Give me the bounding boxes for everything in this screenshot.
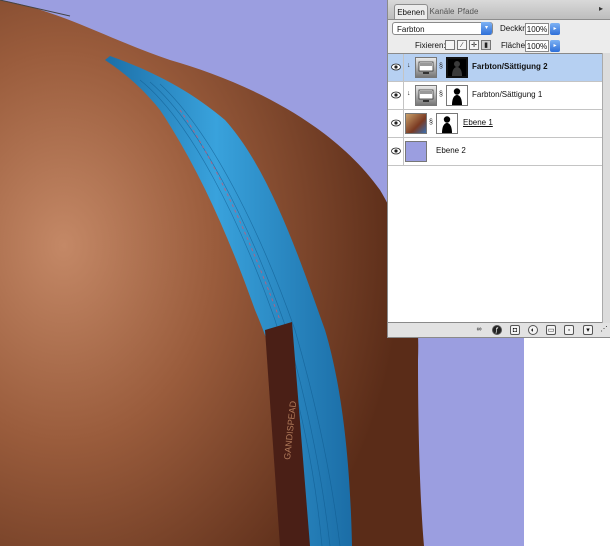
layer-row-ebene-1[interactable]: § Ebene 1 [388, 110, 602, 138]
opacity-stepper-icon[interactable]: ▸ [550, 23, 560, 35]
fx-icon[interactable]: ƒ [492, 325, 502, 335]
empty-window-area [524, 338, 610, 546]
layer-name[interactable]: Farbton/Sättigung 2 [472, 62, 548, 71]
layer-row-ebene-2[interactable]: Ebene 2 [388, 138, 602, 166]
tab-paths[interactable]: Pfade [456, 4, 480, 19]
photo-thumbnail[interactable] [405, 113, 427, 134]
link-icon[interactable]: § [429, 118, 433, 128]
eye-icon[interactable] [391, 147, 401, 155]
trash-icon[interactable]: ▾ [583, 325, 593, 335]
layers-list: ↓ § Farbton/Sättigung 2 ↓ § Farbton/Sätt… [388, 53, 602, 323]
link-icon[interactable]: § [439, 90, 443, 100]
lock-label: Fixieren: [415, 41, 446, 50]
layer-name[interactable]: Ebene 2 [436, 146, 466, 155]
column-divider [403, 138, 404, 165]
layer-row-hue-saturation-2[interactable]: ↓ § Farbton/Sättigung 2 [388, 54, 602, 82]
adjustment-icon [418, 61, 434, 74]
blend-mode-value: Farbton [397, 25, 425, 34]
lock-all-icon[interactable]: ▮ [481, 40, 491, 50]
silhouette-icon [442, 116, 452, 133]
layer-name[interactable]: Ebene 1 [463, 118, 493, 127]
tab-layers[interactable]: Ebenen [394, 4, 428, 19]
silhouette-icon [452, 88, 462, 105]
fill-label: Fläche: [501, 41, 528, 50]
eye-icon[interactable] [391, 63, 401, 71]
new-adjustment-layer-icon[interactable]: ◐ [528, 325, 538, 335]
add-mask-icon[interactable]: ◘ [510, 325, 520, 335]
layer-name[interactable]: Farbton/Sättigung 1 [472, 90, 542, 99]
lock-transparency-icon[interactable] [445, 40, 455, 50]
palette-bottom-toolbar: ∞ ƒ ◘ ◐ ▭ ▫ ▾ ⋰ [388, 323, 610, 337]
lock-brush-icon[interactable]: ∕ [457, 40, 467, 50]
blend-mode-select[interactable]: Farbton ▾ [392, 22, 493, 35]
palette-menu-icon[interactable]: ▸ [596, 4, 606, 14]
column-divider [403, 82, 404, 109]
palette-tab-bar: Ebenen Kanäle Pfade ▸ [388, 0, 610, 20]
mask-thumbnail[interactable] [446, 57, 468, 78]
fill-stepper-icon[interactable]: ▸ [550, 40, 560, 52]
adjustment-thumbnail[interactable] [415, 85, 437, 106]
adjustment-thumbnail[interactable] [415, 57, 437, 78]
chevron-down-icon: ▾ [481, 22, 492, 35]
new-group-folder-icon[interactable]: ▭ [546, 325, 556, 335]
fill-thumbnail[interactable] [405, 141, 427, 162]
column-divider [403, 110, 404, 137]
resize-grip-icon[interactable]: ⋰ [599, 325, 609, 335]
link-icon[interactable]: § [439, 62, 443, 72]
layers-scrollbar[interactable] [602, 53, 610, 323]
lock-move-icon[interactable]: ✛ [469, 40, 479, 50]
adjustment-icon [418, 89, 434, 102]
eye-icon[interactable] [391, 119, 401, 127]
link-layers-icon[interactable]: ∞ [474, 325, 484, 335]
mask-thumbnail[interactable] [446, 85, 468, 106]
clip-arrow-icon: ↓ [407, 90, 411, 97]
clip-arrow-icon: ↓ [407, 62, 411, 69]
column-divider [403, 54, 404, 81]
new-layer-icon[interactable]: ▫ [564, 325, 574, 335]
eye-icon[interactable] [391, 91, 401, 99]
silhouette-icon [452, 61, 462, 76]
layer-row-hue-saturation-1[interactable]: ↓ § Farbton/Sättigung 1 [388, 82, 602, 110]
opacity-input[interactable]: 100% [525, 23, 549, 35]
layers-palette: Ebenen Kanäle Pfade ▸ Farbton ▾ Deckkr.:… [387, 0, 610, 338]
mask-thumbnail[interactable] [436, 113, 458, 134]
tab-channels[interactable]: Kanäle [428, 4, 456, 19]
fill-input[interactable]: 100% [525, 40, 549, 52]
